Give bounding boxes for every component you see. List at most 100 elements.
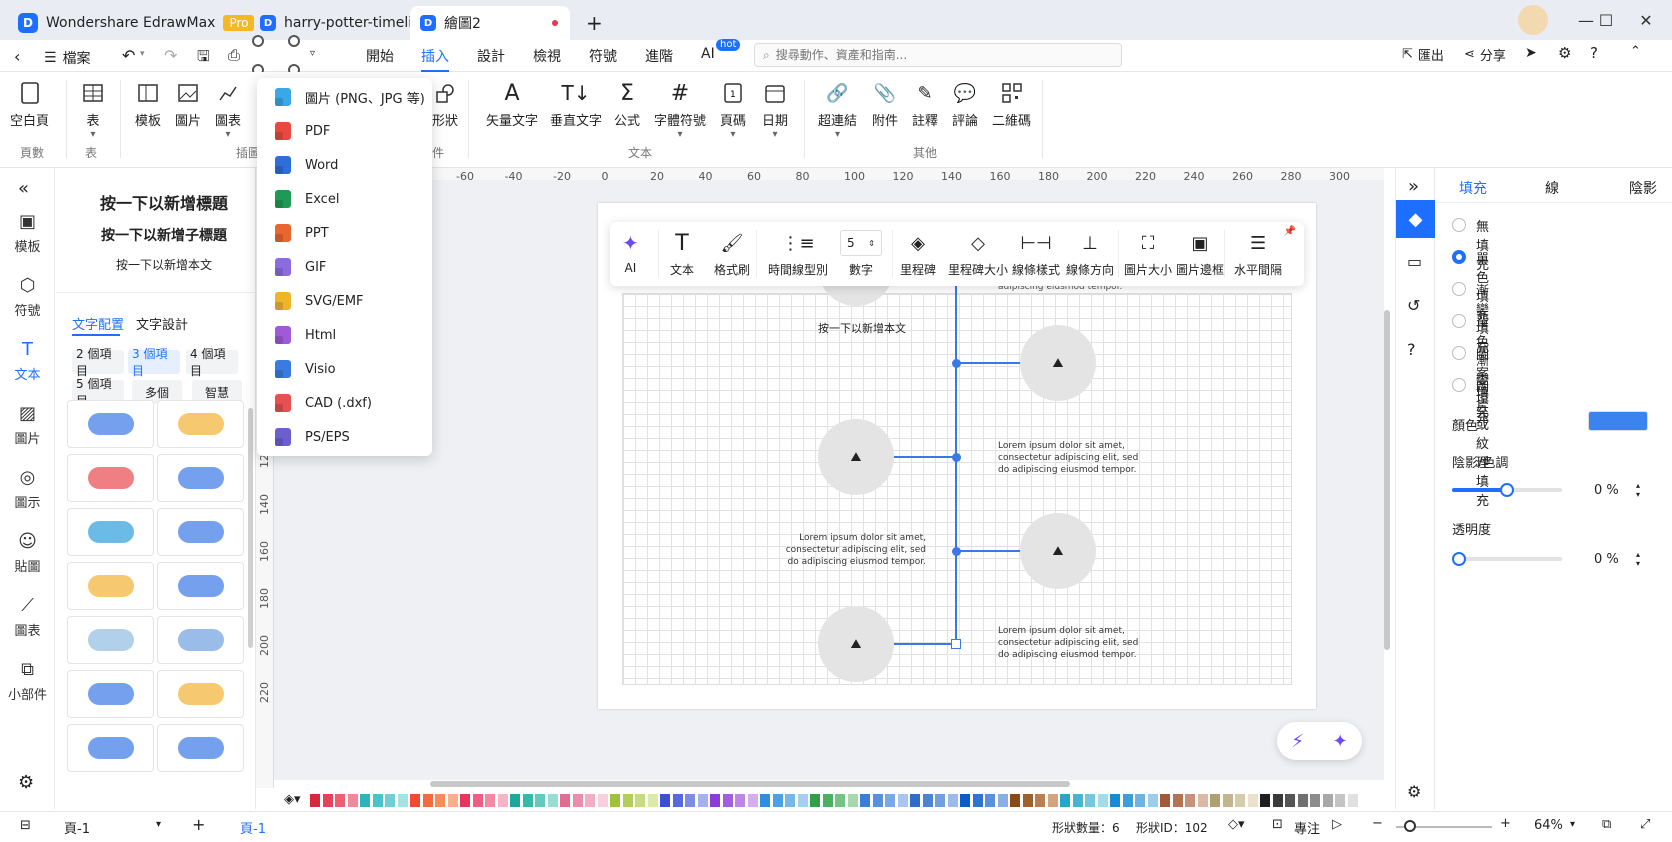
timeline-node[interactable] — [952, 453, 961, 462]
tab-view[interactable]: 檢視 — [533, 46, 561, 66]
palette-swatch[interactable] — [1172, 794, 1183, 807]
palette-swatch[interactable] — [1047, 794, 1058, 807]
selection-handle[interactable] — [951, 639, 961, 649]
collapse-ribbon-icon[interactable]: ⌃ — [1630, 44, 1641, 59]
export-option[interactable]: PS/EPS — [257, 420, 432, 454]
save-icon[interactable]: 🖫 — [197, 46, 210, 71]
body-preset[interactable]: 按一下以新增本文 — [116, 256, 212, 273]
fill-radio[interactable] — [1452, 218, 1466, 232]
date-button[interactable]: 日期 ▾ — [762, 80, 788, 140]
zoom-out-icon[interactable]: − — [1372, 816, 1383, 831]
export-option[interactable]: Excel — [257, 182, 432, 216]
template-thumbnail[interactable] — [67, 400, 154, 448]
format-brush-button[interactable]: 🖌 格式刷 — [714, 230, 750, 278]
zoom-in-icon[interactable]: + — [1500, 816, 1511, 831]
palette-swatch[interactable] — [1147, 794, 1158, 807]
export-option[interactable]: SVG/EMF — [257, 284, 432, 318]
export-option[interactable]: PDF — [257, 114, 432, 148]
palette-swatch[interactable] — [635, 794, 645, 807]
lorem-text[interactable]: Lorem ipsum dolor sit amet, consectetur … — [998, 625, 1148, 661]
rail-item-images[interactable]: ▨ 圖片 — [0, 402, 55, 448]
tab-shadow[interactable]: 陰影 — [1629, 178, 1657, 198]
palette-swatch[interactable] — [435, 794, 445, 807]
item-count-chip[interactable]: 2 個項目 — [72, 347, 124, 378]
page-layout-icon[interactable]: ⊟ — [20, 818, 31, 833]
milestone-button[interactable]: ◈ 里程碑 — [900, 230, 936, 278]
chevron-down-icon[interactable]: ▾ — [156, 819, 161, 830]
palette-swatch[interactable] — [497, 794, 508, 807]
presentation-icon[interactable]: ▭ — [1407, 252, 1422, 271]
palette-swatch[interactable] — [1322, 794, 1333, 807]
palette-swatch[interactable] — [1072, 794, 1083, 807]
palette-swatch[interactable] — [1035, 794, 1045, 807]
palette-swatch[interactable] — [1260, 794, 1270, 807]
template-thumbnail[interactable] — [67, 508, 154, 556]
palette-swatch[interactable] — [960, 794, 970, 807]
palette-swatch[interactable] — [1135, 794, 1145, 807]
color-swatch[interactable] — [1588, 411, 1648, 431]
template-thumbnail[interactable] — [67, 616, 154, 664]
stepper-arrows-icon[interactable]: ⇕ — [868, 239, 875, 248]
timeline-node[interactable] — [952, 359, 961, 368]
template-thumbnail[interactable] — [157, 724, 244, 772]
palette-swatch[interactable] — [1085, 794, 1095, 807]
palette-swatch[interactable] — [322, 794, 333, 807]
export-top-button[interactable]: ⇱ 匯出 — [1402, 45, 1444, 64]
palette-swatch[interactable] — [660, 794, 670, 807]
rail-item-stickers[interactable]: ☺ 貼圖 — [0, 530, 55, 576]
template-thumbnail[interactable] — [157, 508, 244, 556]
template-thumbnail[interactable] — [67, 670, 154, 718]
play-icon[interactable]: ▷ — [1332, 817, 1342, 832]
settings-icon[interactable]: ⚙ — [1558, 44, 1571, 62]
palette-swatch[interactable] — [585, 794, 595, 807]
palette-swatch[interactable] — [1110, 794, 1120, 807]
palette-swatch[interactable] — [397, 794, 408, 807]
palette-swatch[interactable] — [972, 794, 983, 807]
page-select[interactable]: 頁-1 — [64, 818, 90, 837]
template-thumbnail[interactable] — [157, 454, 244, 502]
vertical-scrollbar[interactable] — [1384, 310, 1390, 650]
palette-swatch[interactable] — [1297, 794, 1308, 807]
palette-swatch[interactable] — [997, 794, 1008, 807]
palette-swatch[interactable] — [485, 794, 495, 807]
rail-item-widgets[interactable]: ⧉ 小部件 — [0, 658, 55, 704]
focus-label[interactable]: 專注 — [1294, 818, 1320, 837]
fill-radio[interactable] — [1452, 346, 1466, 360]
template-thumbnail[interactable] — [67, 562, 154, 610]
image-placeholder[interactable]: ⛰ — [818, 606, 894, 682]
palette-swatch[interactable] — [460, 794, 470, 807]
palette-swatch[interactable] — [747, 794, 758, 807]
back-icon[interactable]: ‹ — [14, 47, 20, 66]
timeline-node[interactable] — [952, 547, 961, 556]
chevron-down-icon[interactable]: ▾ — [1570, 819, 1575, 830]
focus-icon[interactable]: ⊡ — [1272, 817, 1283, 832]
palette-swatch[interactable] — [922, 794, 933, 807]
palette-swatch[interactable] — [847, 794, 858, 807]
palette-swatch[interactable] — [410, 794, 420, 807]
palette-swatch[interactable] — [1210, 794, 1220, 807]
palette-swatch[interactable] — [535, 794, 545, 807]
export-option[interactable]: GIF — [257, 250, 432, 284]
redo-icon[interactable]: ↷ — [164, 46, 177, 65]
line-direction-button[interactable]: ⊥ 線條方向 — [1066, 230, 1114, 278]
item-count-chip[interactable]: 4 個項目 — [186, 347, 238, 378]
app-tab[interactable]: D Wondershare EdrawMax Pro — [8, 6, 264, 40]
rail-item-text[interactable]: T 文本 — [0, 338, 55, 384]
tab-text-design[interactable]: 文字設計 — [136, 314, 188, 333]
subtitle-preset[interactable]: 按一下以新增子標題 — [101, 225, 227, 245]
palette-swatch[interactable] — [785, 794, 795, 807]
palette-swatch[interactable] — [772, 794, 783, 807]
palette-swatch[interactable] — [372, 794, 383, 807]
layers-icon[interactable]: ◇▾ — [1228, 817, 1245, 832]
annotation-button[interactable]: ✎ 註釋 — [912, 80, 938, 130]
palette-swatch[interactable] — [622, 794, 633, 807]
palette-swatch[interactable] — [572, 794, 583, 807]
vertical-text-button[interactable]: T↓ 垂直文字 — [550, 80, 602, 129]
body-text[interactable]: 按一下以新增本文 — [818, 320, 906, 336]
palette-swatch[interactable] — [897, 794, 908, 807]
palette-swatch[interactable] — [860, 794, 870, 807]
comment-button[interactable]: 💬 評論 — [952, 80, 978, 130]
template-thumbnail[interactable] — [67, 724, 154, 772]
rail-item-icons[interactable]: ◎ 圖示 — [0, 466, 55, 512]
palette-swatch[interactable] — [510, 794, 520, 807]
